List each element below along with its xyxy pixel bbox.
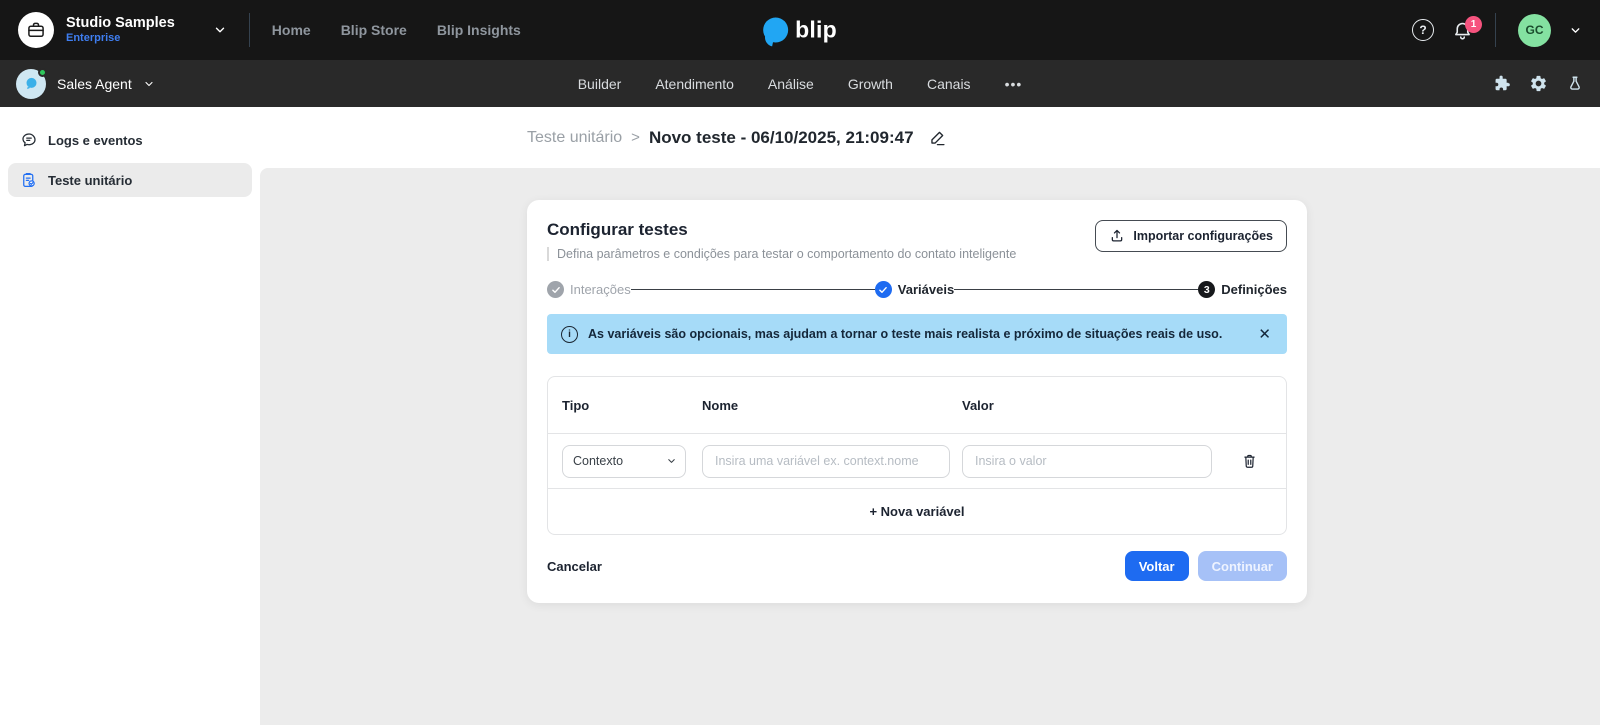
nav-analise[interactable]: Análise <box>768 76 814 92</box>
top-nav-blip-store[interactable]: Blip Store <box>341 22 407 38</box>
top-nav: Home Blip Store Blip Insights <box>272 22 521 38</box>
step-label: Definições <box>1221 282 1287 297</box>
table-row: Contexto <box>548 433 1286 488</box>
check-icon <box>875 281 892 298</box>
continue-button[interactable]: Continuar <box>1198 551 1287 581</box>
card-actions: Cancelar Voltar Continuar <box>547 551 1287 581</box>
configure-tests-card: Configurar testes Defina parâmetros e co… <box>527 200 1307 603</box>
chevron-down-icon <box>143 78 155 90</box>
divider <box>1495 13 1496 47</box>
page-title: Novo teste - 06/10/2025, 21:09:47 <box>649 128 914 148</box>
step-number: 3 <box>1198 281 1215 298</box>
workspace-panel: Configurar testes Defina parâmetros e co… <box>260 168 1600 725</box>
sidebar-item-label: Teste unitário <box>48 173 132 188</box>
column-header-tipo: Tipo <box>562 398 702 413</box>
type-select[interactable]: Contexto <box>562 445 686 478</box>
bot-avatar <box>16 69 46 99</box>
org-plan: Enterprise <box>66 32 175 45</box>
step-definicoes[interactable]: 3 Definições <box>1198 281 1287 298</box>
upload-icon <box>1109 228 1125 244</box>
step-interacoes[interactable]: Interações <box>547 281 631 298</box>
variables-table: Tipo Nome Valor Contexto <box>547 376 1287 535</box>
column-header-nome: Nome <box>702 398 962 413</box>
sidebar-item-logs[interactable]: Logs e eventos <box>8 123 252 157</box>
import-config-button[interactable]: Importar configurações <box>1095 220 1287 252</box>
notification-badge: 1 <box>1465 16 1482 33</box>
chevron-down-icon <box>213 23 227 37</box>
card-title: Configurar testes <box>547 220 1016 240</box>
chat-log-icon <box>20 131 38 149</box>
top-nav-blip-insights[interactable]: Blip Insights <box>437 22 521 38</box>
sidebar-item-teste-unitario[interactable]: Teste unitário <box>8 163 252 197</box>
blip-logo: blip <box>763 17 837 44</box>
help-icon[interactable]: ? <box>1412 19 1434 41</box>
card-subtitle: Defina parâmetros e condições para testa… <box>547 247 1016 261</box>
table-header-row: Tipo Nome Valor <box>548 377 1286 433</box>
table-footer: + Nova variável <box>548 488 1286 534</box>
close-icon[interactable]: ✕ <box>1258 327 1271 342</box>
user-avatar[interactable]: GC <box>1518 14 1551 47</box>
chevron-down-icon[interactable] <box>1569 24 1582 37</box>
bot-bar: Sales Agent Builder Atendimento Análise … <box>0 60 1600 107</box>
breadcrumb-parent[interactable]: Teste unitário <box>527 129 622 147</box>
cancel-button[interactable]: Cancelar <box>547 559 602 574</box>
delete-row-button[interactable] <box>1241 453 1258 470</box>
info-banner: i As variáveis são opcionais, mas ajudam… <box>547 314 1287 354</box>
nav-more-menu[interactable]: ••• <box>1005 76 1023 92</box>
top-bar: Studio Samples Enterprise Home Blip Stor… <box>0 0 1600 60</box>
breadcrumb: Teste unitário > Novo teste - 06/10/2025… <box>260 107 1600 168</box>
variable-name-input[interactable] <box>702 445 950 478</box>
edit-title-button[interactable] <box>928 128 947 147</box>
nav-canais[interactable]: Canais <box>927 76 971 92</box>
add-variable-button[interactable]: + Nova variável <box>869 504 964 519</box>
step-label: Variáveis <box>898 282 954 297</box>
bot-switcher[interactable]: Sales Agent <box>16 69 155 99</box>
org-switcher[interactable]: Studio Samples Enterprise <box>18 12 227 48</box>
clipboard-check-icon <box>20 171 38 189</box>
breadcrumb-separator: > <box>631 129 640 146</box>
left-sidebar: Logs e eventos Teste unitário <box>0 107 260 725</box>
puzzle-icon[interactable] <box>1492 74 1511 93</box>
trash-icon <box>1241 453 1258 470</box>
step-label: Interações <box>570 282 631 297</box>
step-variaveis[interactable]: Variáveis <box>875 281 954 298</box>
top-nav-home[interactable]: Home <box>272 22 311 38</box>
briefcase-icon <box>18 12 54 48</box>
gear-icon[interactable] <box>1529 74 1548 93</box>
pencil-icon <box>928 128 947 147</box>
nav-growth[interactable]: Growth <box>848 76 893 92</box>
divider <box>249 13 250 47</box>
step-connector <box>954 289 1198 291</box>
import-config-label: Importar configurações <box>1133 229 1273 243</box>
info-banner-text: As variáveis são opcionais, mas ajudam a… <box>588 327 1248 341</box>
nav-atendimento[interactable]: Atendimento <box>655 76 734 92</box>
blip-wordmark: blip <box>795 17 837 44</box>
variable-value-input[interactable] <box>962 445 1212 478</box>
flask-icon[interactable] <box>1566 75 1584 93</box>
step-connector <box>631 289 875 291</box>
back-button[interactable]: Voltar <box>1125 551 1189 581</box>
type-select-wrap: Contexto <box>562 445 686 478</box>
blip-bubble-icon <box>763 18 788 43</box>
nav-builder[interactable]: Builder <box>578 76 622 92</box>
info-icon: i <box>561 326 578 343</box>
bot-name: Sales Agent <box>57 76 132 92</box>
stepper: Interações Variáveis 3 Definições <box>547 281 1287 298</box>
notifications-button[interactable]: 1 <box>1452 20 1473 41</box>
sidebar-item-label: Logs e eventos <box>48 133 143 148</box>
check-icon <box>547 281 564 298</box>
column-header-valor: Valor <box>962 398 1226 413</box>
status-dot <box>38 68 47 77</box>
org-name: Studio Samples <box>66 15 175 32</box>
module-nav: Builder Atendimento Análise Growth Canai… <box>578 76 1023 92</box>
